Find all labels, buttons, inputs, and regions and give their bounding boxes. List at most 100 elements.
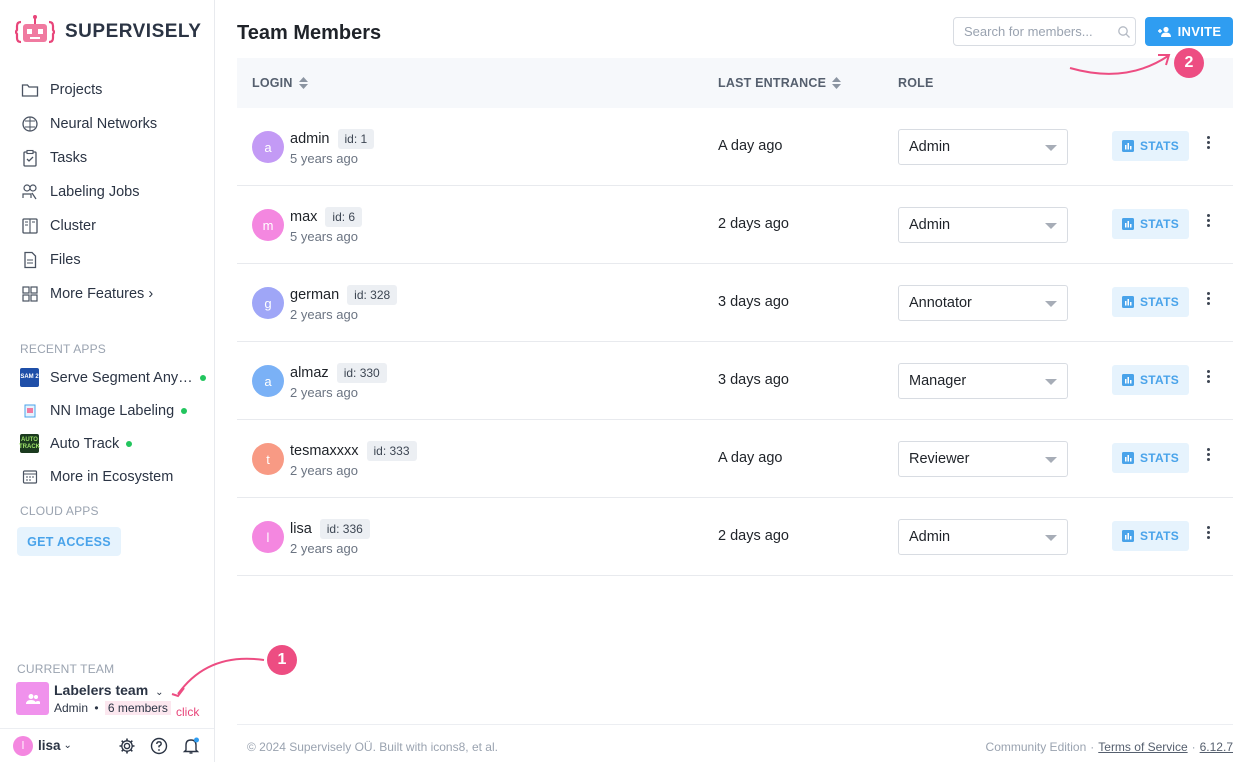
nn-labeling-app-icon [20, 401, 39, 420]
more-actions-icon[interactable] [1203, 214, 1213, 232]
member-joined: 2 years ago [290, 463, 358, 478]
role-select[interactable]: Annotator [898, 285, 1068, 321]
app-item-label: More in Ecosystem [50, 468, 174, 485]
nav-item-files[interactable]: Files [0, 243, 214, 277]
column-header-last-entrance[interactable]: LAST ENTRANCE [718, 76, 842, 90]
step-badge-2: 2 [1174, 48, 1204, 78]
member-login: almaz id: 330 [290, 363, 387, 383]
app-item-auto-track[interactable]: AUTO TRACK Auto Track [0, 427, 214, 460]
robot-logo-icon [15, 15, 55, 44]
role-select[interactable]: Admin [898, 519, 1068, 555]
role-select-value: Reviewer [909, 451, 970, 467]
team-members-count[interactable]: 6 members [104, 701, 171, 715]
team-switcher[interactable]: Labelers team ⌄ Admin • 6 members [16, 682, 171, 715]
stats-label: STATS [1139, 139, 1180, 153]
auto-track-app-icon: AUTO TRACK [19, 434, 40, 453]
running-status-dot [199, 374, 206, 381]
member-login-name[interactable]: admin [290, 131, 330, 147]
members-table-body: a admin id: 15 years ago A day ago Admin STAT… [237, 108, 1233, 576]
table-row: g german id: 328 2 years ago 3 days ago Annot… [237, 264, 1233, 342]
avatar[interactable]: l [13, 735, 33, 756]
member-joined: 2 years ago [290, 307, 358, 322]
stats-button[interactable]: STATS [1112, 209, 1189, 239]
avatar: a [252, 365, 284, 397]
column-header-login[interactable]: LOGIN [252, 76, 308, 90]
terms-of-service-link[interactable]: Terms of Service [1098, 740, 1187, 754]
bar-chart-icon [1121, 296, 1134, 308]
clipboard-icon [23, 149, 37, 167]
app-item-more-in-ecosystem[interactable]: More in Ecosystem [0, 460, 214, 493]
nav-item-projects[interactable]: Projects [0, 73, 214, 107]
caret-down-icon [1045, 145, 1057, 151]
member-id-badge: id: 6 [325, 207, 363, 227]
invite-label: INVITE [1177, 24, 1222, 39]
gear-icon[interactable] [118, 737, 136, 755]
bell-icon[interactable] [182, 737, 200, 755]
recent-apps-heading: RECENT APPS [20, 342, 107, 356]
role-select-value: Annotator [909, 295, 972, 311]
search-icon [1118, 25, 1130, 38]
brand-logo[interactable]: SUPERVISELY [15, 14, 201, 50]
member-last-entrance: 3 days ago [718, 294, 789, 310]
search-input[interactable] [964, 24, 1109, 39]
nav-item-label: Files [50, 252, 81, 268]
recent-apps-list: SAM 2 Serve Segment Any… NN Image Labeli… [0, 361, 214, 493]
sort-icon [298, 77, 308, 89]
nav-item-labeling-jobs[interactable]: Labeling Jobs [0, 175, 214, 209]
more-actions-icon[interactable] [1203, 448, 1213, 466]
nav-item-label: Projects [50, 82, 103, 98]
member-joined: 5 years ago [290, 229, 358, 244]
folder-icon [21, 84, 39, 97]
app-item-serve-segment[interactable]: SAM 2 Serve Segment Any… [0, 361, 214, 394]
member-login: lisa id: 336 [290, 519, 370, 539]
search-field[interactable] [953, 17, 1136, 46]
stats-button[interactable]: STATS [1112, 287, 1189, 317]
more-actions-icon[interactable] [1203, 370, 1213, 388]
more-actions-icon[interactable] [1203, 292, 1213, 310]
running-status-dot [126, 440, 133, 447]
sidebar: SUPERVISELY Projects Neural Networks Tas… [0, 0, 215, 762]
member-login-name[interactable]: max [290, 209, 317, 225]
stats-button[interactable]: STATS [1112, 131, 1189, 161]
member-login: tesmaxxxx id: 333 [290, 441, 417, 461]
invite-button[interactable]: INVITE [1145, 17, 1233, 46]
member-login-name[interactable]: lisa [290, 521, 312, 537]
app-item-nn-image-labeling[interactable]: NN Image Labeling [0, 394, 214, 427]
member-login-name[interactable]: tesmaxxxx [290, 443, 359, 459]
stats-label: STATS [1139, 373, 1180, 387]
member-login-name[interactable]: almaz [290, 365, 329, 381]
add-user-icon [1157, 26, 1171, 37]
more-actions-icon[interactable] [1203, 526, 1213, 544]
help-icon[interactable] [150, 737, 168, 755]
labeling-jobs-icon [22, 184, 37, 200]
role-select-value: Admin [909, 217, 951, 233]
more-actions-icon[interactable] [1203, 136, 1213, 154]
table-row: l lisa id: 336 2 years ago 2 days ago Admin ST… [237, 498, 1233, 576]
get-access-button[interactable]: GET ACCESS [17, 527, 121, 556]
annotation-arrow-2 [1069, 54, 1171, 75]
stats-button[interactable]: STATS [1112, 521, 1189, 551]
caret-down-icon [1045, 379, 1057, 385]
stats-label: STATS [1139, 217, 1180, 231]
role-select[interactable]: Reviewer [898, 441, 1068, 477]
app-root: SUPERVISELY Projects Neural Networks Tas… [0, 0, 1257, 762]
nav-item-cluster[interactable]: Cluster [0, 209, 214, 243]
version-link[interactable]: 6.12.7 [1200, 740, 1233, 754]
stats-button[interactable]: STATS [1112, 443, 1189, 473]
role-select[interactable]: Manager [898, 363, 1068, 399]
role-select-value: Manager [909, 373, 967, 389]
role-select[interactable]: Admin [898, 129, 1068, 165]
caret-down-icon [1045, 223, 1057, 229]
stats-button[interactable]: STATS [1112, 365, 1189, 395]
stats-label: STATS [1139, 451, 1180, 465]
column-label: LOGIN [252, 76, 293, 90]
nav-item-more-features[interactable]: More Features › [0, 277, 214, 311]
user-name[interactable]: lisa [38, 738, 61, 753]
member-login-name[interactable]: german [290, 287, 339, 303]
nav-item-neural-networks[interactable]: Neural Networks [0, 107, 214, 141]
role-select[interactable]: Admin [898, 207, 1068, 243]
main-content: Team Members INVITE LOGIN LAST ENTRANCE [237, 0, 1233, 762]
team-name-row[interactable]: Labelers team ⌄ [54, 682, 171, 698]
member-login: german id: 328 [290, 285, 398, 305]
nav-item-tasks[interactable]: Tasks [0, 141, 214, 175]
